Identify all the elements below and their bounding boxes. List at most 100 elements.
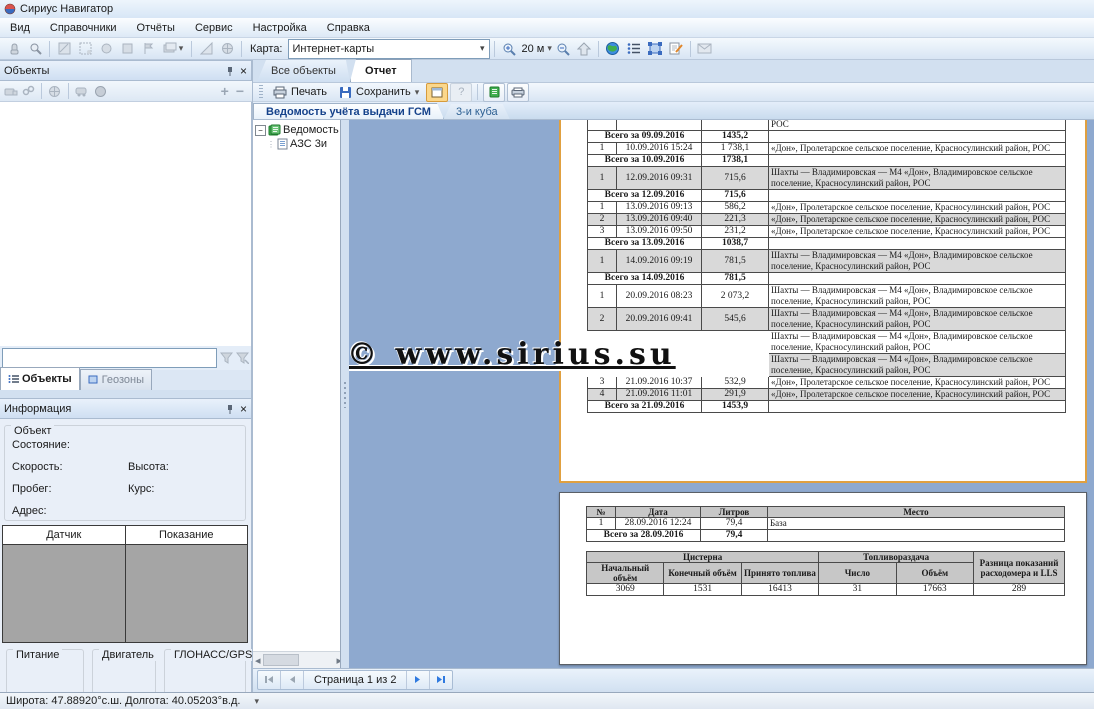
zoom-level-label[interactable]: 20 м	[520, 43, 547, 55]
report-row: Всего за 14.09.2016781,5	[588, 273, 1066, 285]
filter-clear-icon[interactable]	[236, 352, 249, 364]
filter-input[interactable]	[2, 348, 217, 368]
zoom-in-icon[interactable]	[499, 39, 519, 58]
sphere-icon[interactable]	[94, 85, 107, 98]
expand-all-icon[interactable]: +	[221, 83, 229, 99]
select-square-icon[interactable]	[117, 39, 137, 58]
flag-icon[interactable]	[138, 39, 158, 58]
next-page-button[interactable]	[407, 671, 430, 689]
report-cell	[702, 120, 769, 131]
address-label: Адрес:	[12, 505, 47, 517]
mail-icon[interactable]	[695, 39, 715, 58]
tree-splitter[interactable]	[341, 120, 349, 668]
pin-icon[interactable]	[226, 66, 234, 76]
tree-horizontal-scrollbar[interactable]: ◂ ▸	[253, 651, 341, 668]
menu-spravochniki[interactable]: Справочники	[40, 19, 127, 37]
splitter-handle[interactable]	[344, 382, 346, 408]
filter-icon[interactable]	[220, 352, 233, 364]
report-cell: 781,5	[702, 250, 769, 273]
vehicle-icon[interactable]	[75, 86, 91, 97]
help-button[interactable]: ?	[450, 83, 472, 102]
book-icon	[489, 86, 500, 98]
col-liters: Литров	[701, 507, 768, 518]
toolbar-separator	[598, 41, 599, 57]
engine-groupbox: Двигатель	[92, 649, 156, 695]
report-item-icon	[277, 138, 288, 150]
globe-icon[interactable]	[603, 39, 623, 58]
page-setup-button[interactable]	[507, 83, 529, 102]
select-circle-icon[interactable]	[96, 39, 116, 58]
print-button[interactable]: Печать	[268, 85, 332, 100]
engine-group-label: Двигатель	[99, 649, 157, 661]
scrollbar-thumb[interactable]	[263, 654, 299, 666]
menu-servis[interactable]: Сервис	[185, 19, 243, 37]
report-cell	[769, 401, 1066, 413]
document-tabs: Все объекты Отчет	[257, 62, 412, 82]
parameters-button[interactable]	[483, 83, 505, 102]
map-type-combobox[interactable]: Интернет-карты ▾	[288, 39, 490, 59]
ruler-icon[interactable]	[196, 39, 216, 58]
save-icon	[339, 86, 352, 99]
difference-value: 289	[974, 584, 1065, 596]
first-page-button[interactable]	[258, 671, 281, 689]
geozone-select-icon[interactable]	[645, 39, 665, 58]
previous-page-button[interactable]	[281, 671, 304, 689]
notepad-edit-icon[interactable]	[666, 39, 686, 58]
menu-spravka[interactable]: Справка	[317, 19, 380, 37]
close-icon[interactable]: ×	[240, 402, 247, 416]
link-icon[interactable]	[22, 85, 35, 97]
save-dropdown-icon[interactable]: ▾	[415, 87, 420, 98]
preview-toggle-button[interactable]	[426, 83, 448, 102]
tab-vedomost-gsm[interactable]: Ведомость учёта выдачи ГСМ	[253, 103, 444, 119]
close-icon[interactable]: ×	[240, 64, 247, 78]
report-cell: 2	[588, 308, 617, 331]
report-row: РОС	[588, 120, 1066, 131]
globe-track-icon[interactable]	[48, 85, 62, 98]
save-button[interactable]: Сохранить ▾	[334, 85, 424, 100]
report-page-2: № Дата Литров Место 128.09.2016 12:2479,…	[559, 492, 1087, 665]
objects-list[interactable]	[0, 102, 252, 346]
menu-nastroyka[interactable]: Настройка	[243, 19, 317, 37]
globe-gray-icon[interactable]	[217, 39, 237, 58]
zoom-out-icon[interactable]	[553, 39, 573, 58]
chevron-down-icon[interactable]: ▾	[476, 43, 489, 54]
legend-list-icon[interactable]	[624, 39, 644, 58]
app-icon	[4, 3, 16, 15]
summary-table: Цистерна Топливораздача Разница показани…	[586, 551, 1065, 596]
report-cell: База	[768, 518, 1065, 530]
print-button-label: Печать	[291, 86, 327, 98]
objects-geozones-tabs: Объекты Геозоны	[0, 370, 252, 390]
scroll-left-icon[interactable]: ◂	[255, 654, 261, 667]
select-rect-icon[interactable]	[54, 39, 74, 58]
pan-hand-icon[interactable]	[4, 39, 24, 58]
tab-3i-kuba[interactable]: 3-и куба	[444, 104, 510, 119]
tab-all-objects[interactable]: Все объекты	[257, 60, 350, 82]
tree-expander-icon[interactable]: −	[255, 125, 266, 136]
collapse-all-icon[interactable]: −	[236, 83, 244, 99]
tree-child-item[interactable]: ⋮ АЗС 3и	[253, 137, 340, 151]
menu-vid[interactable]: Вид	[0, 19, 40, 37]
select-lasso-icon[interactable]	[75, 39, 95, 58]
tab-geozones[interactable]: Геозоны	[80, 369, 152, 390]
tab-report[interactable]: Отчет	[350, 59, 412, 82]
last-page-button[interactable]	[430, 671, 452, 689]
zoom-tool-icon[interactable]	[25, 39, 45, 58]
toolbar-grip[interactable]	[259, 85, 263, 99]
status-caret-icon[interactable]: ▾	[254, 696, 259, 707]
menu-otchety[interactable]: Отчёты	[127, 19, 185, 37]
toolbar-separator	[68, 83, 69, 99]
pin-icon[interactable]	[226, 404, 234, 414]
mileage-label: Пробег:	[12, 483, 52, 495]
zoom-level-caret-icon[interactable]: ▾	[547, 43, 552, 54]
vehicle-add-icon[interactable]	[4, 85, 19, 97]
report-cell: «Дон», Пролетарское сельское поселение, …	[769, 143, 1066, 155]
home-icon[interactable]	[574, 39, 594, 58]
report-viewport[interactable]: РОСВсего за 09.09.20161435,2110.09.2016 …	[349, 120, 1094, 668]
report-cell: 586,2	[702, 202, 769, 214]
layers-dropdown-icon[interactable]: ▾	[159, 39, 187, 58]
sensor-table: Датчик Показание	[2, 525, 248, 643]
toolbar-separator	[41, 83, 42, 99]
summary-values-row: 3069 1531 16413 31 17663 289	[587, 584, 1065, 596]
tab-objects[interactable]: Объекты	[0, 367, 80, 390]
tree-root-item[interactable]: − Ведомость	[253, 123, 340, 137]
